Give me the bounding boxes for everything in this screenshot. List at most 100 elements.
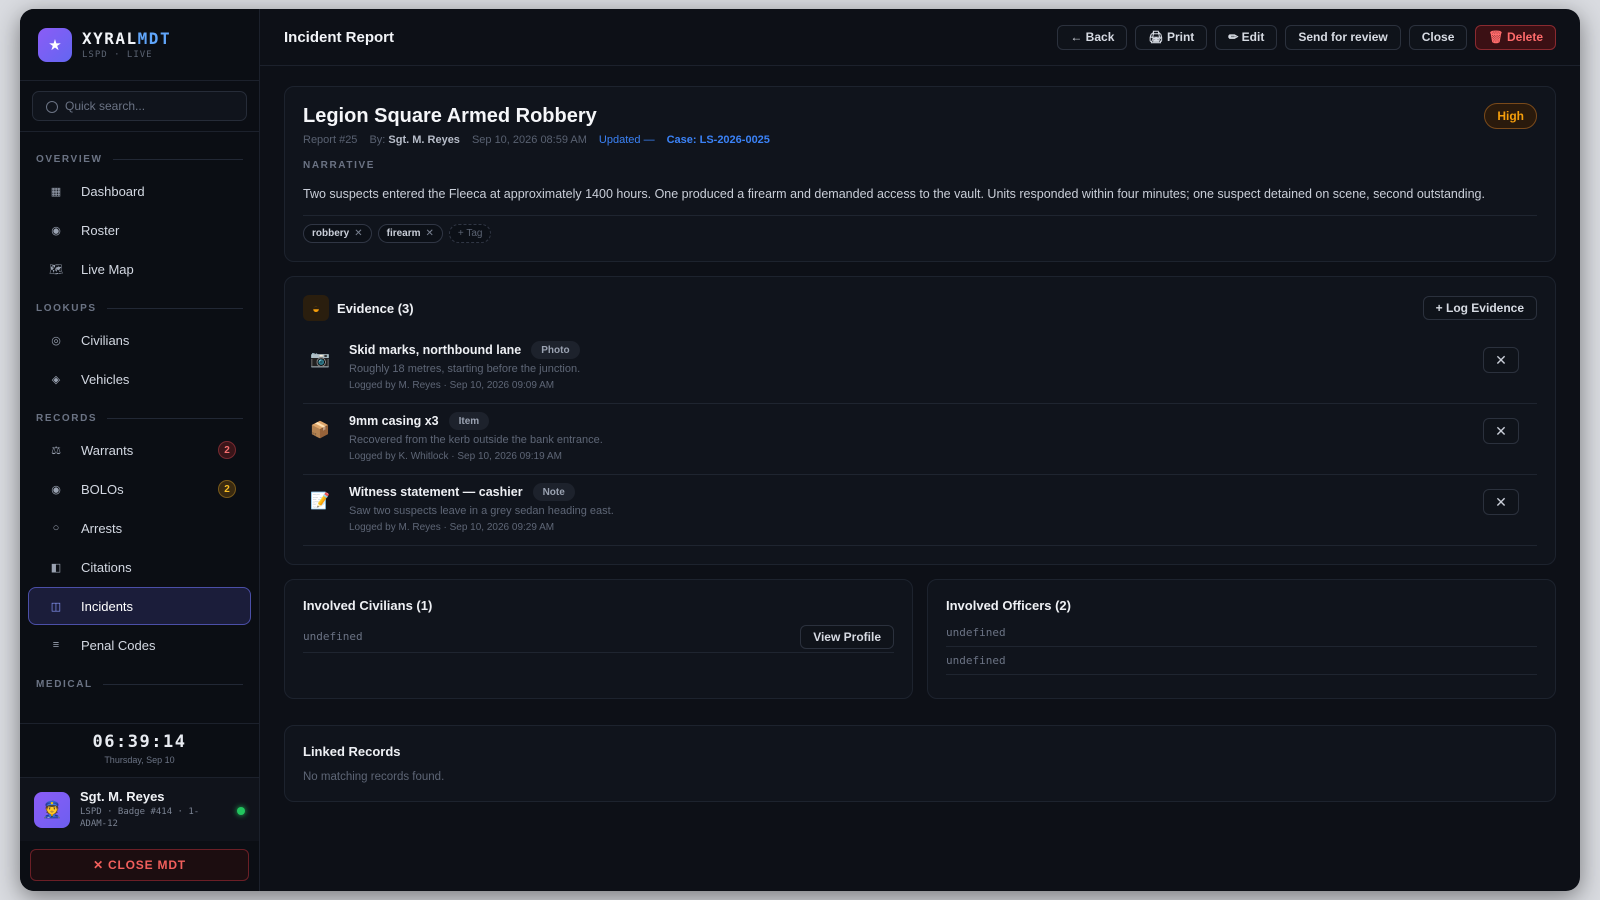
incident-icon: ◫ — [50, 600, 62, 613]
sidebar-item-warrants[interactable]: ⚖ Warrants 2 — [28, 431, 251, 469]
edit-button[interactable]: ✏ Edit — [1215, 24, 1278, 50]
sidebar-item-dashboard[interactable]: ▦ Dashboard — [28, 172, 251, 210]
toolbar: ← Back 🖨 Print ✏ Edit Send for review Cl… — [1057, 24, 1556, 50]
online-status-dot — [237, 807, 245, 815]
linked-records-card: Linked Records No matching records found… — [284, 725, 1556, 802]
view-profile-button[interactable]: View Profile — [800, 624, 894, 649]
close-button[interactable]: Close — [1408, 24, 1468, 50]
linked-records-empty: No matching records found. — [303, 771, 445, 783]
map-icon: 🗺 — [49, 263, 63, 276]
involved-civilians-card: Involved Civilians (1) undefined View Pr… — [284, 579, 913, 699]
involved-officers-title: Involved Officers (2) — [946, 598, 1071, 613]
table-row: undefined — [946, 647, 1537, 675]
evidence-item-logged: Logged by K. Whitlock · Sep 10, 2026 09:… — [349, 451, 562, 462]
sidebar: ★ XYRALMDT LSPD · LIVE OVERVIEW ▦ Dashboa… — [20, 9, 260, 891]
evidence-item-desc: Recovered from the kerb outside the bank… — [349, 434, 603, 446]
evidence-list: 📷 Skid marks, northbound lane Photo Rough… — [303, 333, 1537, 546]
sidebar-item-label: Arrests — [81, 520, 123, 536]
sidebar-item-citations[interactable]: ◧ Citations — [28, 548, 251, 586]
sidebar-item-arrests[interactable]: ○ Arrests — [28, 509, 251, 547]
send-for-review-button[interactable]: Send for review — [1285, 24, 1401, 50]
tag: robbery ✕ — [303, 224, 372, 243]
brand-name: XYRALMDT — [82, 29, 172, 48]
evidence-item-desc: Roughly 18 metres, starting before the j… — [349, 363, 581, 375]
tag-list: robbery ✕ firearm ✕ + Tag — [303, 224, 1537, 243]
sidebar-item-roster[interactable]: ◉ Roster — [28, 211, 251, 249]
sidebar-nav: OVERVIEW ▦ Dashboard ◉ Roster 🗺 Live Map LO… — [20, 132, 259, 723]
clock-date: Thursday, Sep 10 — [104, 755, 175, 765]
content: Legion Square Armed Robbery High Report … — [260, 66, 1580, 802]
target-icon: ◉ — [51, 483, 61, 496]
tag: firearm ✕ — [377, 224, 443, 243]
clock: 06:39:14 Thursday, Sep 10 — [20, 723, 259, 777]
table-row: undefined View Profile — [303, 621, 894, 653]
involved-officers-card: Involved Officers (2) undefined undefine… — [927, 579, 1556, 699]
warrants-count-badge: 2 — [218, 441, 236, 459]
sidebar-item-label: Vehicles — [81, 371, 130, 387]
remove-evidence-button[interactable]: ✕ — [1483, 489, 1519, 515]
remove-evidence-button[interactable]: ✕ — [1483, 418, 1519, 444]
sidebar-item-label: Live Map — [81, 261, 134, 277]
add-tag-button[interactable]: + Tag — [448, 224, 492, 243]
report-meta: Report #25 By: Sgt. M. Reyes Sep 10, 202… — [303, 134, 1537, 146]
sidebar-item-live-map[interactable]: 🗺 Live Map — [28, 250, 251, 288]
delete-button[interactable]: 🗑 Delete — [1475, 24, 1556, 50]
close-mdt-button[interactable]: ✕ CLOSE MDT — [30, 849, 249, 881]
sidebar-item-bolos[interactable]: ◉ BOLOs 2 — [28, 470, 251, 508]
narrative-label: NARRATIVE — [303, 160, 375, 171]
package-icon: 📦 — [310, 422, 330, 439]
section-lookups: LOOKUPS — [28, 289, 251, 320]
involved-civilians-title: Involved Civilians (1) — [303, 598, 433, 613]
linked-records-title: Linked Records — [303, 744, 401, 759]
evidence-item-title: Skid marks, northbound lane — [349, 343, 522, 357]
page-title: Incident Report — [284, 28, 395, 46]
avatar: 👮 — [34, 791, 70, 828]
search-icon — [46, 101, 58, 113]
roster-icon: ◉ — [51, 224, 61, 237]
list-item: 📷 Skid marks, northbound lane Photo Rough… — [303, 333, 1537, 404]
circle-icon: ○ — [52, 522, 60, 534]
mdt-window: ★ XYRALMDT LSPD · LIVE OVERVIEW ▦ Dashboa… — [20, 9, 1580, 891]
list-item: 📦 9mm casing x3 Item Recovered from the k… — [303, 404, 1537, 475]
list-icon: ≡ — [52, 639, 60, 651]
report-summary-card: Legion Square Armed Robbery High Report … — [284, 86, 1556, 262]
sidebar-item-label: Civilians — [81, 332, 130, 348]
evidence-item-logged: Logged by M. Reyes · Sep 10, 2026 09:09 … — [349, 380, 555, 391]
evidence-type-badge: Photo — [531, 341, 580, 359]
user-meta: LSPD · Badge #414 · 1-ADAM-12 — [80, 807, 200, 829]
sidebar-item-civilians[interactable]: ◎ Civilians — [28, 321, 251, 359]
sidebar-item-label: Penal Codes — [81, 637, 156, 653]
remove-tag-icon[interactable]: ✕ — [426, 228, 434, 239]
remove-evidence-button[interactable]: ✕ — [1483, 347, 1519, 373]
section-records: RECORDS — [28, 399, 251, 430]
table-row: undefined — [946, 619, 1537, 647]
report-date: Sep 10, 2026 08:59 AM — [471, 134, 587, 146]
user-card[interactable]: 👮 Sgt. M. Reyes LSPD · Badge #414 · 1-AD… — [20, 777, 259, 841]
civilian-name: undefined — [303, 630, 363, 643]
bolos-count-badge: 2 — [218, 480, 236, 498]
evidence-icon: ◒ — [303, 295, 329, 321]
sidebar-item-incidents[interactable]: ◫ Incidents — [28, 587, 251, 625]
narrative-text: Two suspects entered the Fleeca at appro… — [303, 185, 1537, 216]
section-overview: OVERVIEW — [28, 140, 251, 171]
evidence-type-badge: Item — [448, 412, 490, 430]
remove-tag-icon[interactable]: ✕ — [354, 228, 362, 239]
print-button[interactable]: 🖨 Print — [1135, 24, 1208, 50]
sidebar-item-vehicles[interactable]: ◈ Vehicles — [28, 360, 251, 398]
clock-time: 06:39:14 — [92, 732, 187, 752]
search-input[interactable] — [32, 91, 247, 121]
list-item: 📝 Witness statement — cashier Note Saw tw… — [303, 475, 1537, 546]
section-medical: MEDICAL — [28, 665, 251, 696]
sidebar-item-label: BOLOs — [81, 481, 124, 497]
user-name: Sgt. M. Reyes — [80, 789, 165, 804]
officer-name: undefined — [946, 654, 1006, 667]
evidence-card: ◒ Evidence (3) + Log Evidence 📷 Skid mar… — [284, 276, 1556, 565]
evidence-item-title: 9mm casing x3 — [349, 414, 439, 428]
star-icon: ★ — [38, 27, 72, 62]
report-title: Legion Square Armed Robbery — [303, 105, 597, 127]
back-button[interactable]: ← Back — [1057, 24, 1128, 50]
log-evidence-button[interactable]: + Log Evidence — [1422, 296, 1537, 320]
sidebar-item-penal-codes[interactable]: ≡ Penal Codes — [28, 626, 251, 664]
evidence-type-badge: Note — [532, 483, 575, 501]
case-link[interactable]: Case: LS-2026-0025 — [667, 134, 770, 146]
